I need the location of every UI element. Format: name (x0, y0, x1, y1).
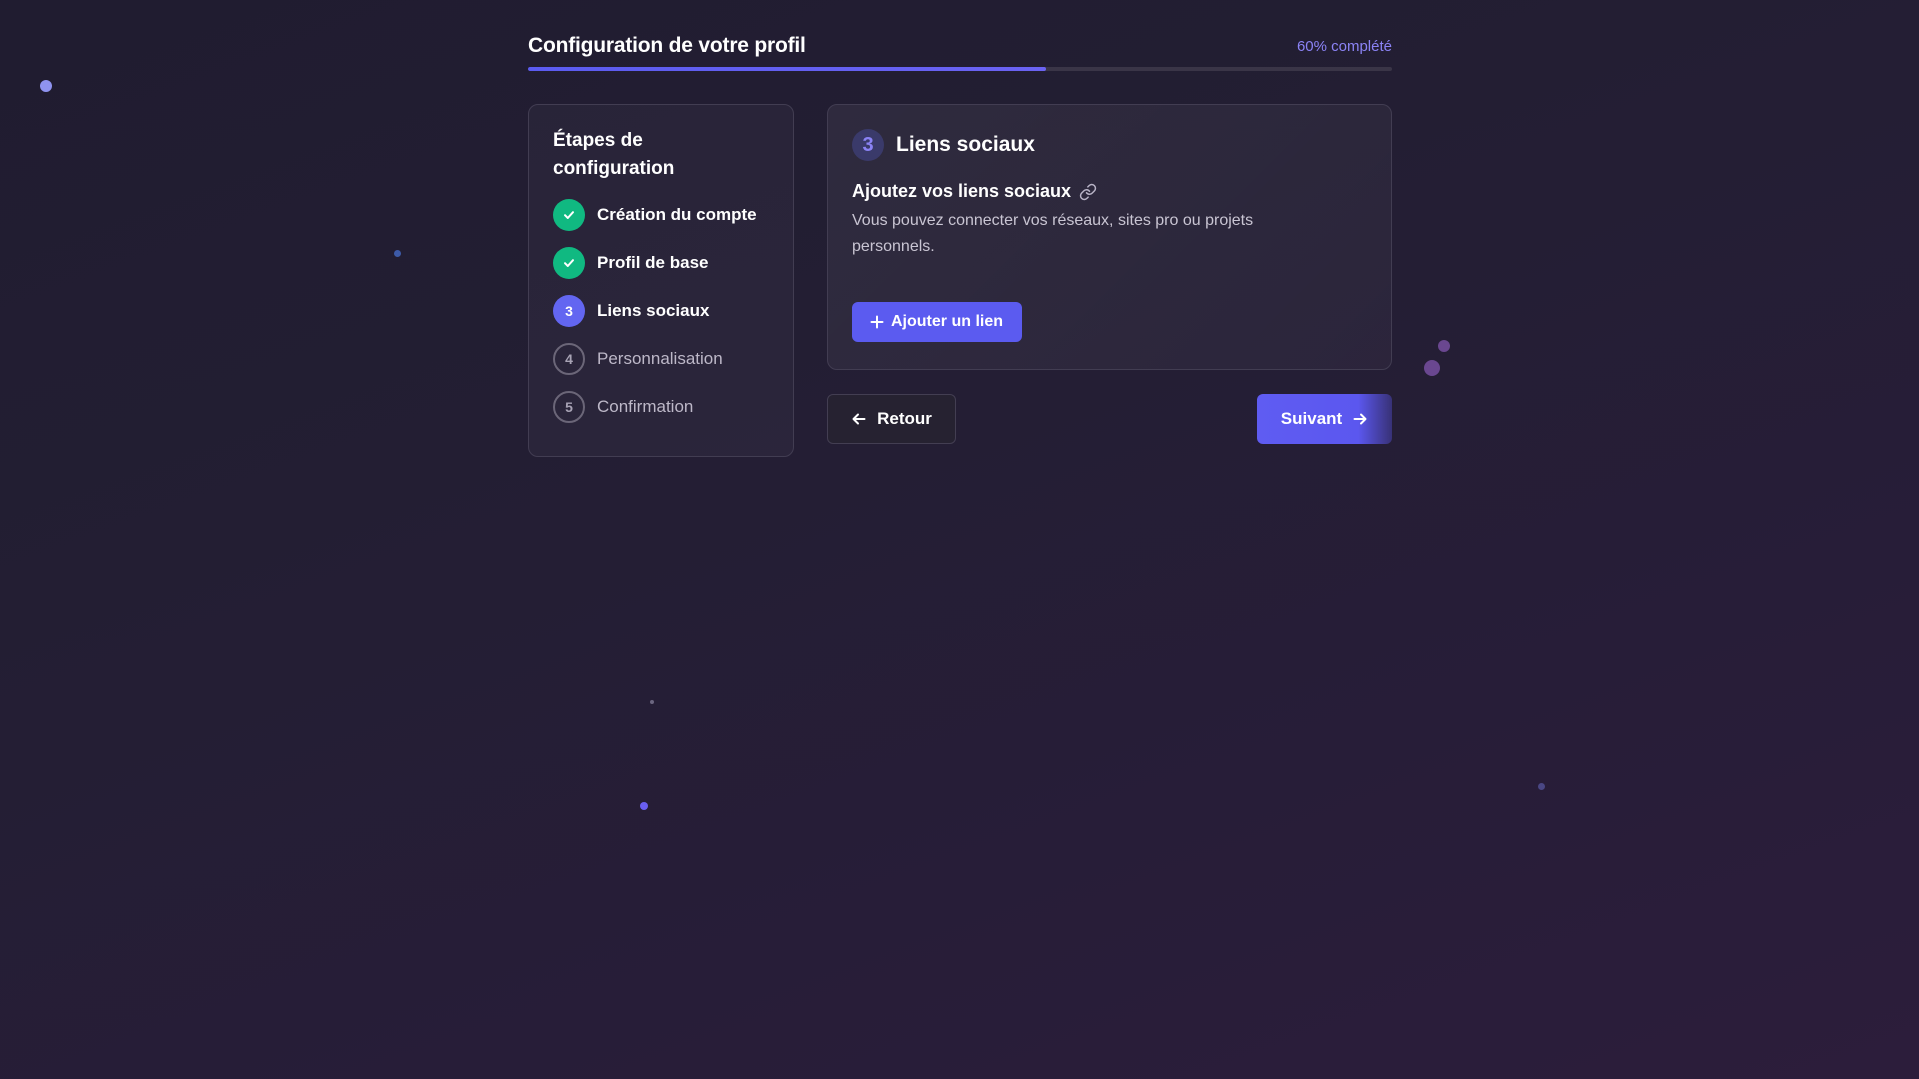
section-header: 3 Liens sociaux (852, 129, 1367, 161)
step-label: Confirmation (597, 397, 694, 416)
progress-header: Configuration de votre profil 60% complé… (528, 30, 1392, 71)
background-dot (1424, 360, 1440, 376)
step-item-social-links[interactable]: 3 Liens sociaux (553, 295, 769, 327)
next-button[interactable]: Suivant (1257, 394, 1392, 444)
step-number-badge: 3 (852, 129, 884, 161)
background-dot (640, 802, 648, 810)
background-dot (1438, 340, 1450, 352)
step-badge: 3 (553, 295, 585, 327)
background-dot (394, 250, 401, 257)
step-item-basic-profile[interactable]: Profil de base (553, 247, 769, 279)
step-badge: 5 (553, 391, 585, 423)
step-badge (553, 247, 585, 279)
social-links-card: 3 Liens sociaux Ajoutez vos liens sociau… (827, 104, 1392, 370)
back-button-label: Retour (877, 409, 932, 428)
add-link-label: Ajouter un lien (891, 313, 1003, 330)
check-icon (562, 208, 576, 222)
progress-bar (528, 67, 1392, 71)
link-icon (1079, 183, 1097, 201)
add-link-button[interactable]: Ajouter un lien (852, 302, 1022, 342)
section-description: Vous pouvez connecter vos réseaux, sites… (852, 212, 1254, 255)
check-icon (562, 256, 576, 270)
progress-bar-fill (528, 67, 1047, 71)
background-dot (1538, 783, 1545, 790)
section-subtitle: Ajoutez vos liens sociaux (852, 181, 1072, 201)
background-dot (650, 700, 654, 704)
subtitle-row: Ajoutez vos liens sociaux (852, 181, 1367, 202)
step-item-confirmation[interactable]: 5 Confirmation (553, 391, 769, 423)
arrow-left-icon (851, 411, 867, 427)
plus-icon (870, 315, 884, 329)
page-title: Configuration de votre profil (528, 34, 806, 57)
arrow-right-icon (1352, 411, 1368, 427)
background-dot (40, 80, 52, 92)
progress-label: 60% complété (1296, 37, 1392, 55)
step-label: Liens sociaux (597, 301, 710, 320)
step-label: Profil de base (597, 253, 709, 272)
step-item-personalization[interactable]: 4 Personnalisation (553, 343, 769, 375)
next-button-label: Suivant (1280, 409, 1343, 428)
back-button[interactable]: Retour (827, 394, 956, 444)
section-title: Liens sociaux (896, 133, 1035, 156)
step-label: Création du compte (597, 205, 757, 224)
step-badge (553, 199, 585, 231)
steps-title: Étapes de configuration (553, 130, 675, 179)
step-label: Personnalisation (597, 349, 723, 368)
steps-panel: Étapes de configuration Création du comp… (528, 104, 794, 457)
step-item-account-creation[interactable]: Création du compte (553, 199, 769, 231)
step-badge: 4 (553, 343, 585, 375)
